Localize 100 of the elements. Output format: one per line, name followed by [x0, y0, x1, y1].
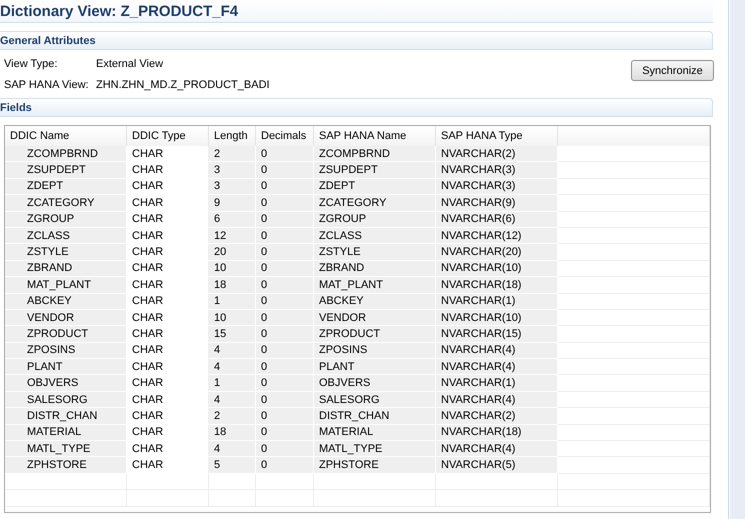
table-cell: ZSTYLE [5, 244, 127, 261]
table-cell: ZBRAND [5, 260, 127, 278]
table-cell: MATERIAL [5, 424, 127, 442]
table-cell: SALESORG [5, 392, 127, 408]
table-cell: DISTR_CHAN [314, 408, 436, 425]
table-cell: PLANT [314, 359, 436, 376]
table-cell: ZCOMPBRND [314, 146, 436, 162]
column-header[interactable]: DDIC Type [127, 126, 209, 146]
table-cell: MAT_PLANT [5, 277, 127, 294]
table-cell: 9 [209, 195, 256, 212]
table-cell: 0 [256, 195, 314, 212]
table-cell: 15 [209, 326, 256, 343]
field-value: External View [96, 58, 164, 70]
table-cell: 0 [256, 146, 314, 162]
table-cell: NVARCHAR(15) [436, 326, 558, 343]
column-header[interactable]: Length [209, 126, 256, 146]
table-cell: MATL_TYPE [5, 441, 127, 458]
table-cell: NVARCHAR(4) [436, 342, 558, 360]
table-cell: 12 [209, 228, 256, 244]
table-cell: ZCOMPBRND [5, 146, 127, 162]
table-cell: VENDOR [5, 310, 127, 326]
table-cell: 4 [209, 392, 256, 408]
table-cell: 0 [256, 408, 314, 425]
table-cell: 0 [256, 228, 314, 244]
synchronize-button[interactable]: Synchronize [631, 60, 714, 81]
column-header[interactable]: DDIC Name [5, 126, 127, 146]
table-cell: MATERIAL [314, 424, 436, 442]
table-cell: NVARCHAR(3) [436, 162, 558, 179]
table-cell: ZGROUP [5, 212, 127, 228]
table-cell: 0 [256, 424, 314, 442]
table-cell: NVARCHAR(18) [436, 424, 558, 442]
table-cell: ZCATEGORY [5, 195, 127, 212]
field-label: SAP HANA View: [4, 79, 90, 91]
table-cell: 1 [209, 375, 256, 392]
table-cell: 3 [209, 162, 256, 179]
table-cell: 4 [209, 359, 256, 376]
column-header[interactable]: Decimals [256, 126, 314, 146]
table-cell: 0 [256, 277, 314, 294]
table-cell: ZDEPT [5, 178, 127, 196]
table-cell: 0 [256, 342, 314, 360]
table-cell: ZBRAND [314, 260, 436, 278]
table-cell: MATL_TYPE [314, 441, 436, 458]
table-cell: ZPRODUCT [314, 326, 436, 343]
table-cell: VENDOR [314, 310, 436, 326]
table-cell: 0 [256, 244, 314, 261]
table-cell: ZGROUP [314, 212, 436, 228]
table-cell: ABCKEY [5, 294, 127, 310]
table-cell: 5 [209, 457, 256, 474]
table-cell: NVARCHAR(4) [436, 441, 558, 458]
field-label: View Type: [4, 58, 58, 70]
table-cell: ZPHSTORE [314, 457, 436, 474]
table-cell: NVARCHAR(4) [436, 392, 558, 408]
table-cell: 0 [256, 310, 314, 326]
table-cell: DISTR_CHAN [5, 408, 127, 425]
table-cell: 0 [256, 162, 314, 179]
table-cell: ZSUPDEPT [5, 162, 127, 179]
table-cell: ZSTYLE [314, 244, 436, 261]
table-cell: ABCKEY [314, 294, 436, 310]
column-header[interactable]: SAP HANA Name [314, 126, 436, 146]
table-cell: 0 [256, 294, 314, 310]
column-header[interactable]: SAP HANA Type [436, 126, 558, 146]
table-cell: 0 [256, 359, 314, 376]
table-cell: 3 [209, 178, 256, 196]
field-value: ZHN.ZHN_MD.Z_PRODUCT_BADI [96, 79, 270, 91]
table-cell: ZDEPT [314, 178, 436, 196]
table-cell: NVARCHAR(1) [436, 294, 558, 310]
table-cell: ZCLASS [5, 228, 127, 244]
table-cell: 6 [209, 212, 256, 228]
table-cell: SALESORG [314, 392, 436, 408]
table-cell: 20 [209, 244, 256, 261]
table-cell: NVARCHAR(18) [436, 277, 558, 294]
table-cell: NVARCHAR(9) [436, 195, 558, 212]
section-header: General Attributes [0, 31, 713, 50]
table-cell: NVARCHAR(2) [436, 408, 558, 425]
table-cell: 0 [256, 326, 314, 343]
table-cell: NVARCHAR(10) [436, 310, 558, 326]
table-cell: NVARCHAR(3) [436, 178, 558, 196]
table-cell: 0 [256, 260, 314, 278]
table-cell: ZPHSTORE [5, 457, 127, 474]
table-cell: 18 [209, 277, 256, 294]
section-header: Fields [0, 98, 713, 117]
table-cell: MAT_PLANT [314, 277, 436, 294]
table-cell: NVARCHAR(5) [436, 457, 558, 474]
table-cell: 10 [209, 260, 256, 278]
table-cell: ZCLASS [314, 228, 436, 244]
table-cell: 2 [209, 146, 256, 162]
table-cell: 2 [209, 408, 256, 425]
table-cell: 0 [256, 441, 314, 458]
table-cell: PLANT [5, 359, 127, 376]
table-cell: NVARCHAR(12) [436, 228, 558, 244]
table-cell: NVARCHAR(4) [436, 359, 558, 376]
table-cell: NVARCHAR(1) [436, 375, 558, 392]
table-cell: 0 [256, 457, 314, 474]
table-cell: OBJVERS [314, 375, 436, 392]
table-cell: 0 [256, 392, 314, 408]
table-cell: 4 [209, 441, 256, 458]
table-cell: ZPRODUCT [5, 326, 127, 343]
table-cell: ZCATEGORY [314, 195, 436, 212]
table-cell: 0 [256, 212, 314, 228]
table-cell: NVARCHAR(10) [436, 260, 558, 278]
